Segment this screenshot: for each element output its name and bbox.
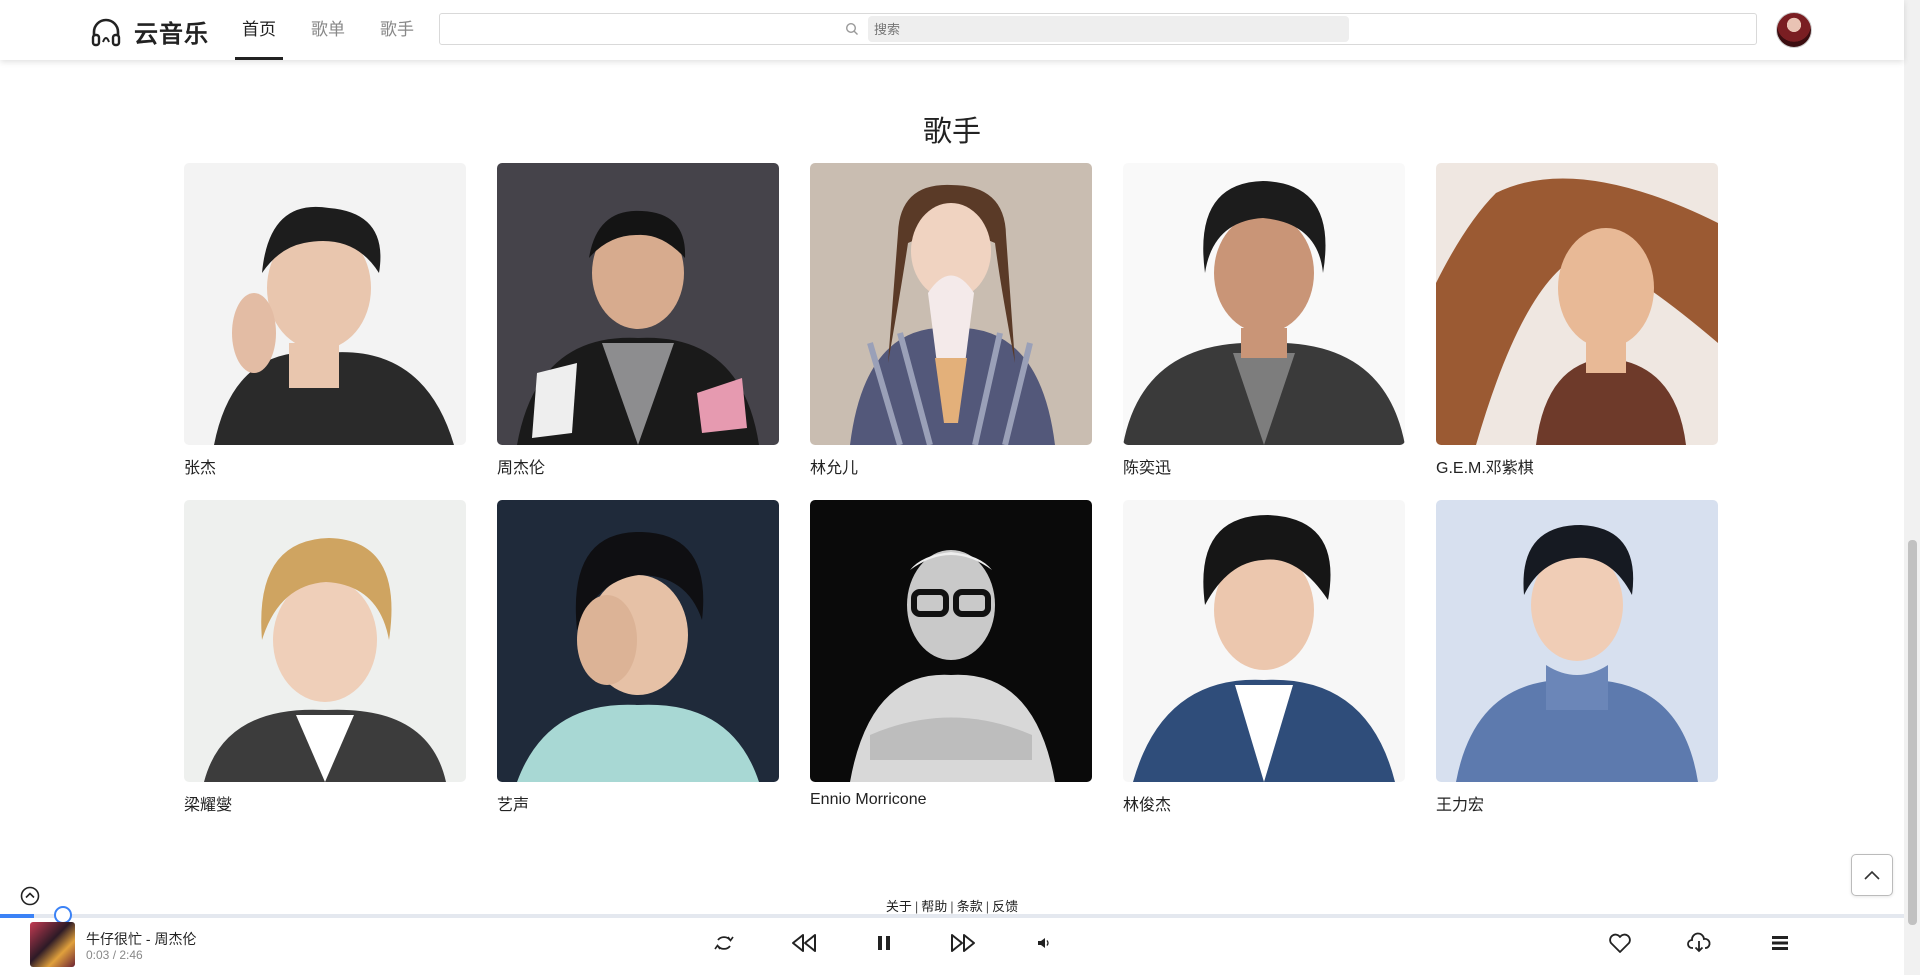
footer-link-terms[interactable]: 条款 xyxy=(957,899,983,914)
artist-card[interactable]: 艺声 xyxy=(497,500,779,814)
artist-name[interactable]: 陈奕迅 xyxy=(1123,454,1405,477)
artist-name[interactable]: 林俊杰 xyxy=(1123,791,1405,814)
divider: | xyxy=(914,899,919,914)
artist-card[interactable]: 梁耀燮 xyxy=(184,500,466,814)
artist-photo[interactable] xyxy=(1123,163,1405,445)
footer-link-feedback[interactable]: 反馈 xyxy=(992,899,1018,914)
pause-icon xyxy=(878,936,890,950)
artist-photo[interactable] xyxy=(184,500,466,782)
divider: | xyxy=(950,899,954,914)
app-name: 云音乐 xyxy=(134,21,209,48)
artist-card[interactable]: 张杰 xyxy=(184,163,466,477)
download-button[interactable] xyxy=(1686,930,1712,956)
artist-photo[interactable] xyxy=(497,163,779,445)
album-cover[interactable] xyxy=(30,922,75,967)
search-input[interactable] xyxy=(868,16,1349,42)
logo[interactable]: 云音乐 xyxy=(90,14,209,49)
section-title: 歌手 xyxy=(922,116,981,148)
artist-photo[interactable] xyxy=(810,500,1092,782)
artist-name[interactable]: 张杰 xyxy=(184,454,466,477)
search-bar[interactable] xyxy=(439,13,1757,45)
artist-photo[interactable] xyxy=(810,163,1092,445)
nav-home[interactable]: 首页 xyxy=(235,0,283,60)
heart-icon xyxy=(1609,933,1631,953)
user-avatar[interactable] xyxy=(1776,12,1812,48)
expand-player-icon[interactable] xyxy=(20,886,40,906)
search-icon xyxy=(845,22,858,35)
progress-fill xyxy=(0,914,34,918)
artist-name[interactable]: 林允儿 xyxy=(810,454,1092,477)
menu-icon xyxy=(1772,936,1788,950)
next-button[interactable] xyxy=(950,930,976,956)
artist-name[interactable]: 艺声 xyxy=(497,791,779,814)
volume-button[interactable] xyxy=(1031,930,1057,956)
divider: | xyxy=(985,899,990,914)
artist-photo[interactable] xyxy=(497,500,779,782)
repeat-icon xyxy=(714,936,734,950)
artist-name[interactable]: 周杰伦 xyxy=(497,454,779,477)
artist-card[interactable]: 陈奕迅 xyxy=(1123,163,1405,477)
scrollbar[interactable] xyxy=(1904,0,1920,975)
loop-button[interactable] xyxy=(711,930,737,956)
footer-link-about[interactable]: 关于 xyxy=(886,899,912,914)
fast-forward-icon xyxy=(951,934,975,952)
pause-button[interactable] xyxy=(871,930,897,956)
footer-links: 关于 | 帮助 | 条款 | 反馈 xyxy=(0,896,1904,915)
artist-card[interactable]: 王力宏 xyxy=(1436,500,1718,814)
artist-name[interactable]: 王力宏 xyxy=(1436,791,1718,814)
artist-card[interactable]: G.E.M.邓紫棋 xyxy=(1436,163,1718,477)
back-to-top-button[interactable] xyxy=(1851,854,1893,896)
nav-artists[interactable]: 歌手 xyxy=(373,0,421,60)
artist-grid: 张杰 周杰伦 林允儿 陈奕迅 G.E.M.邓紫棋 梁耀燮 艺声 Ennio Mo… xyxy=(184,163,1720,814)
like-button[interactable] xyxy=(1607,930,1633,956)
playlist-button[interactable] xyxy=(1767,930,1793,956)
scrollbar-thumb[interactable] xyxy=(1908,540,1917,925)
headphones-icon xyxy=(91,18,121,46)
song-title[interactable]: 牛仔很忙 - 周杰伦 xyxy=(86,929,196,949)
artist-photo[interactable] xyxy=(1436,500,1718,782)
progress-bar[interactable] xyxy=(0,906,1904,924)
artist-photo[interactable] xyxy=(1436,163,1718,445)
cloud-download-icon xyxy=(1687,932,1711,953)
song-time: 0:03 / 2:46 xyxy=(86,948,143,962)
top-header: 云音乐 首页 歌单 歌手 xyxy=(0,0,1904,60)
main-nav: 首页 歌单 歌手 xyxy=(235,0,442,60)
rewind-icon xyxy=(792,934,816,952)
artist-photo[interactable] xyxy=(184,163,466,445)
artist-card[interactable]: 林允儿 xyxy=(810,163,1092,477)
previous-button[interactable] xyxy=(791,930,817,956)
artist-name[interactable]: Ennio Morricone xyxy=(810,791,1092,811)
artist-card[interactable]: 林俊杰 xyxy=(1123,500,1405,814)
volume-icon xyxy=(1038,938,1049,948)
footer-link-help[interactable]: 帮助 xyxy=(921,899,947,914)
artist-card[interactable]: Ennio Morricone xyxy=(810,500,1092,811)
chevron-up-icon xyxy=(1864,870,1880,880)
artist-name[interactable]: G.E.M.邓紫棋 xyxy=(1436,454,1718,477)
artist-card[interactable]: 周杰伦 xyxy=(497,163,779,477)
artist-photo[interactable] xyxy=(1123,500,1405,782)
artist-name[interactable]: 梁耀燮 xyxy=(184,791,466,814)
nav-playlists[interactable]: 歌单 xyxy=(304,0,352,60)
